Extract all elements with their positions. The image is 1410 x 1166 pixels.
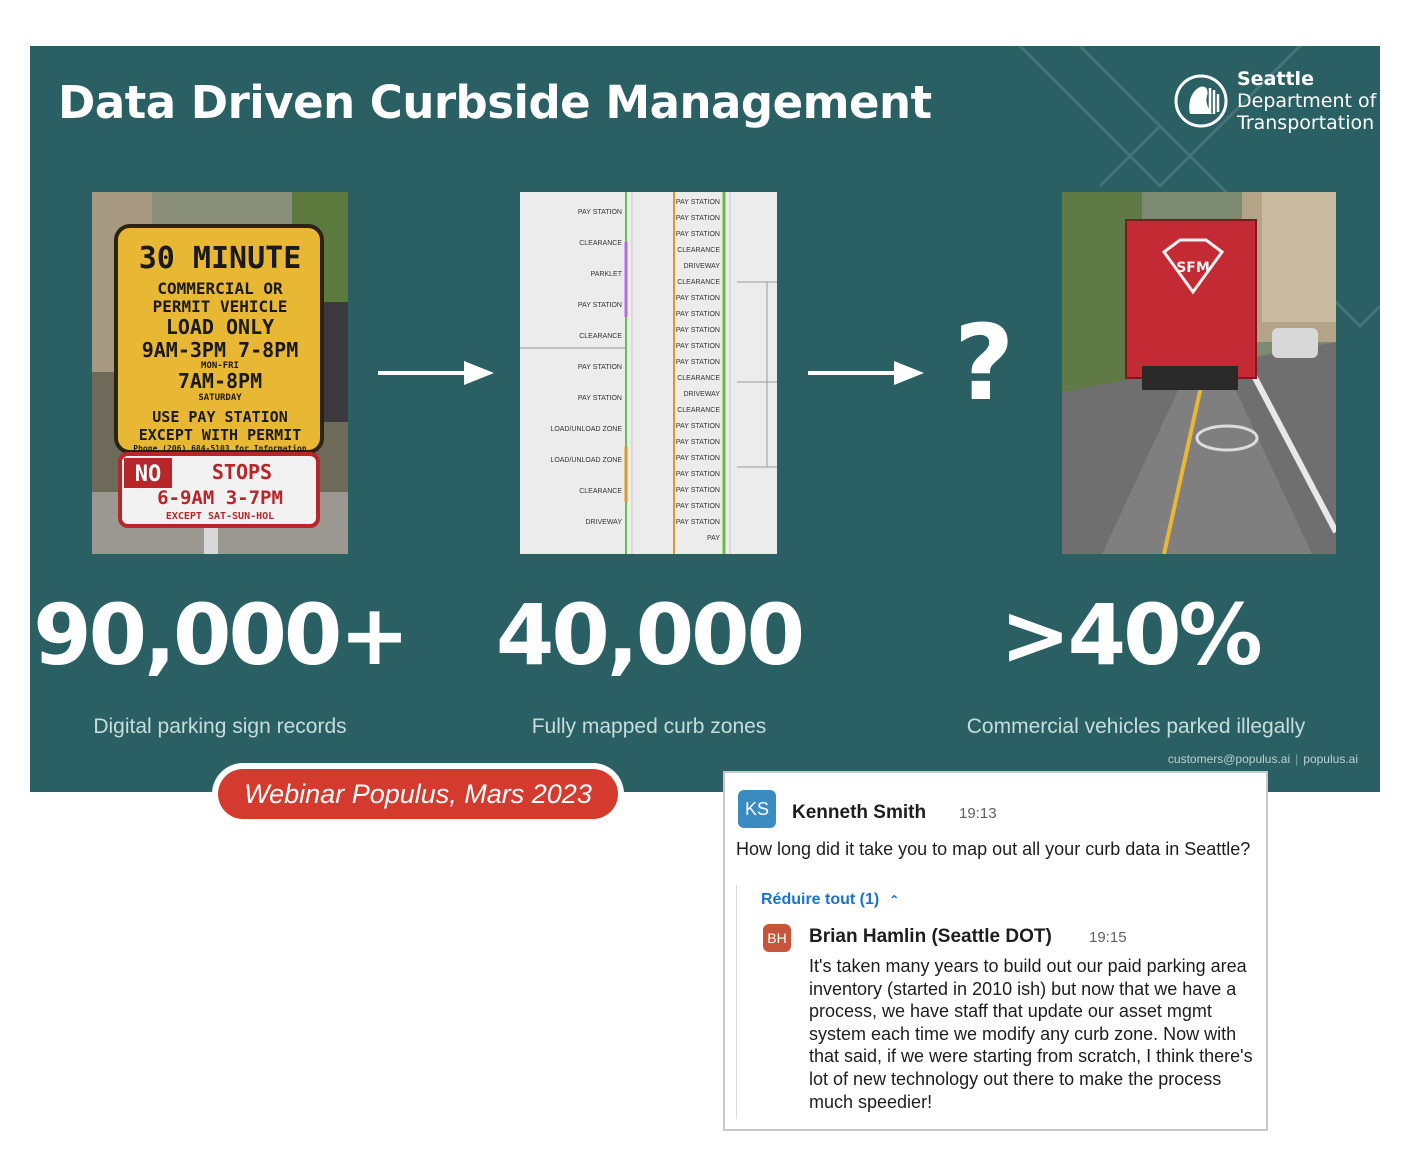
curb-zone-label: CLEARANCE [579,240,622,247]
collapse-all-link[interactable]: Réduire tout (1) ⌃ [761,891,899,909]
sign-line-9: EXCEPT WITH PERMIT [139,426,302,444]
stat-value-2: 40,000 [495,586,805,684]
slide: Data Driven Curbside Management Seattle … [30,46,1380,792]
curb-zone-label: CLEARANCE [579,488,622,495]
sign-line-1: COMMERCIAL OR [157,279,283,298]
curb-zone-label: PARKLET [591,271,623,278]
curb-zone-label: LOAD/UNLOAD ZONE [550,457,622,464]
sign-stop-except: EXCEPT SAT-SUN-HOL [166,511,274,522]
curb-zone-label: PAY STATION [578,395,622,402]
curb-zone-label: PAY STATION [676,503,720,510]
chat-thread: KS Kenneth Smith 19:13 How long did it t… [723,771,1268,1131]
message-time: 19:13 [959,805,997,822]
right-arrow-icon [378,361,494,385]
sign-line-7: SATURDAY [198,393,242,403]
question-mark: ? [954,302,1015,424]
curb-zone-label: PAY STATION [676,519,720,526]
sign-line-8: USE PAY STATION [152,408,287,426]
sign-line-10: Phone (206) 684-5103 for Information [133,443,307,453]
curb-zone-label: LOAD/UNLOAD ZONE [550,426,622,433]
sign-line-2: PERMIT VEHICLE [153,297,288,316]
curb-zone-label: PAY STATION [676,439,720,446]
webinar-banner-text: Webinar Populus, Mars 2023 [218,769,618,819]
sign-line-4: 9AM-3PM 7-8PM [142,338,299,362]
slide-title: Data Driven Curbside Management [58,76,932,129]
stat-value-3: >40% [1000,586,1262,684]
curb-zone-label: PAY STATION [676,231,720,238]
webinar-banner: Webinar Populus, Mars 2023 [212,763,624,825]
stat-label-1: Digital parking sign records [93,715,347,738]
avatar-brian-hamlin[interactable]: BH [763,924,791,952]
curb-zone-label: PAY STATION [578,364,622,371]
logo-line-2: Department of [1237,90,1377,112]
sign-line-3: LOAD ONLY [166,315,274,339]
curb-zone-label: CLEARANCE [677,375,720,382]
footer-site: populus.ai [1303,752,1358,766]
chevron-up-icon[interactable]: ⌃ [889,893,899,907]
stat-value-1: 90,000+ [33,586,410,684]
sign-stop-hours: 6-9AM 3-7PM [157,487,283,509]
reply-time: 19:15 [1089,929,1127,946]
avatar-kenneth-smith[interactable]: KS [738,790,776,828]
curb-zone-label: PAY STATION [676,359,720,366]
reply-text: It's taken many years to build out our p… [809,956,1253,1112]
curb-zone-label: CLEARANCE [579,333,622,340]
stat-label-2: Fully mapped curb zones [531,715,767,738]
curb-zone-label: PAY STATION [676,295,720,302]
logo-line-3: Transportation [1237,112,1375,134]
curb-map-image: PAY STATION CLEARANCE PARKLET PAY STATION CL… [520,192,777,554]
curb-zone-label: CLEARANCE [677,407,720,414]
curb-zone-label: PAY STATION [676,215,720,222]
thread-line [736,885,737,1119]
logo-line-1: Seattle [1237,68,1314,90]
footer-email: customers@populus.ai [1167,752,1291,766]
collapse-all-label[interactable]: Réduire tout (1) [761,891,879,909]
curb-zone-label: PAY STATION [676,343,720,350]
curb-zone-label: PAY STATION [676,311,720,318]
curb-zone-label: PAY STATION [578,302,622,309]
sign-line-0: 30 MINUTE [139,241,302,276]
curb-zone-label: CLEARANCE [677,279,720,286]
parking-sign-photo: 30 MINUTE COMMERCIAL OR PERMIT VEHICLE L… [92,192,348,554]
curb-zone-label: PAY STATION [578,209,622,216]
curb-zone-label: PAY STATION [676,199,720,206]
curb-zone-label: PAY STATION [676,471,720,478]
curb-zone-label: CLEARANCE [677,247,720,254]
stat-label-3: Commercial vehicles parked illegally [966,715,1306,738]
curb-zone-label: PAY [707,535,720,542]
right-arrow-icon-2 [808,361,924,385]
message-text: How long did it take you to map out all … [736,839,1251,859]
seattle-seal-icon [1174,74,1228,128]
curb-zone-label: PAY STATION [676,327,720,334]
message-author[interactable]: Kenneth Smith [792,802,926,824]
footer-contact: customers@populus.ai | populus.ai [1167,752,1358,766]
sign-stops: STOPS [212,460,272,484]
curb-zone-label: DRIVEWAY [585,519,622,526]
sdot-logo: Seattle Department of Transportation [1174,68,1376,134]
curb-zone-label: PAY STATION [676,455,720,462]
curb-zone-label: PAY STATION [676,487,720,494]
curb-zone-label: DRIVEWAY [683,263,720,270]
curb-zone-label: PAY STATION [676,423,720,430]
reply-author[interactable]: Brian Hamlin (Seattle DOT) [809,926,1052,948]
truck-logo-text: SFM [1176,260,1210,276]
sign-no: NO [135,462,162,487]
curb-zone-label: DRIVEWAY [683,391,720,398]
truck-photo: SFM [1062,192,1336,554]
sign-line-6: 7AM-8PM [178,369,262,393]
